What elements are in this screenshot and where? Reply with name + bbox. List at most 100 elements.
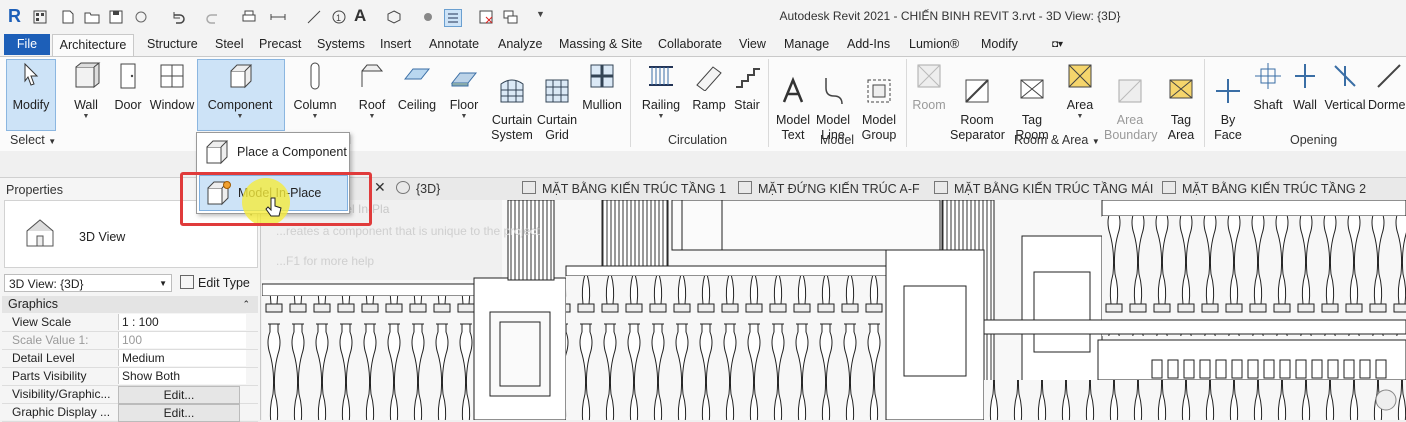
- tab-insert[interactable]: Insert: [378, 34, 413, 55]
- stair-button[interactable]: Stair: [732, 61, 762, 113]
- edit-type-button[interactable]: Edit Type: [180, 275, 250, 290]
- prop-value[interactable]: Show Both: [118, 368, 246, 384]
- menu-item-place-component[interactable]: Place a Component: [199, 135, 347, 169]
- vertical-button[interactable]: Vertical: [1324, 61, 1366, 113]
- prop-row-visibility-graphics[interactable]: Visibility/Graphic... Edit...: [2, 386, 258, 404]
- view-tab-elevation[interactable]: MẶT ĐỨNG KIẾN TRÚC A-F: [738, 181, 920, 196]
- ramp-button[interactable]: Ramp: [690, 61, 728, 113]
- prop-row-scale-value: Scale Value 1: 100: [2, 332, 258, 350]
- panel-select[interactable]: Select ▼: [10, 133, 56, 147]
- railing-button[interactable]: Railing ▼: [640, 61, 682, 121]
- door-button[interactable]: Door: [112, 61, 144, 113]
- model-group-button[interactable]: Model Group: [858, 61, 900, 143]
- dormer-button[interactable]: Dorme: [1368, 61, 1406, 113]
- recent-files-icon[interactable]: [32, 9, 48, 25]
- model-text-button[interactable]: Model Text: [774, 61, 812, 143]
- floor-plan-tab-icon: [522, 181, 536, 194]
- model-line-button[interactable]: Model Line: [814, 61, 852, 143]
- view-tab-floor1[interactable]: MẶT BẰNG KIẾN TRÚC TẦNG 1: [522, 181, 726, 196]
- railing-icon: [649, 66, 673, 86]
- tooltip-help: ...F1 for more help: [276, 254, 375, 268]
- text-icon[interactable]: A: [354, 6, 366, 26]
- modify-button[interactable]: Modify: [8, 61, 54, 113]
- dimension-icon[interactable]: [306, 9, 322, 25]
- close-icon[interactable]: ✕: [374, 179, 386, 196]
- floor-button[interactable]: Floor ▼: [446, 61, 482, 121]
- prop-value[interactable]: Medium: [118, 350, 246, 366]
- qat-customize-icon[interactable]: ▼: [536, 9, 545, 19]
- tab-lumion[interactable]: Lumion®: [907, 34, 961, 55]
- by-face-button[interactable]: By Face: [1210, 61, 1246, 143]
- tab-view[interactable]: View: [737, 34, 768, 55]
- graphics-group-header[interactable]: Graphics ⌃: [2, 296, 258, 313]
- prop-row-view-scale[interactable]: View Scale 1 : 100: [2, 314, 258, 332]
- prop-value[interactable]: 1 : 100: [118, 314, 246, 330]
- stair-icon: [736, 68, 760, 88]
- wall-button[interactable]: Wall ▼: [66, 61, 106, 121]
- tab-file[interactable]: File: [4, 34, 50, 55]
- print-icon[interactable]: [241, 9, 257, 25]
- curtain-system-button[interactable]: Curtain System: [490, 61, 534, 143]
- model-group-icon: [867, 79, 891, 103]
- room-separator-button[interactable]: Room Separator: [950, 61, 1005, 143]
- tab-massing-site[interactable]: Massing & Site: [557, 34, 644, 55]
- wall-opening-button[interactable]: Wall: [1290, 61, 1320, 113]
- prop-value: 100: [118, 332, 246, 348]
- roof-button[interactable]: Roof ▼: [354, 61, 390, 121]
- ceiling-button[interactable]: Ceiling: [396, 61, 438, 113]
- tab-annotate[interactable]: Annotate: [427, 34, 481, 55]
- panel-room-area[interactable]: Room & Area ▼: [1014, 133, 1100, 147]
- tag-area-label: Tag Area: [1167, 113, 1195, 142]
- open-folder-icon[interactable]: [84, 9, 100, 25]
- section-icon[interactable]: [420, 9, 436, 25]
- graphics-group-label: Graphics: [8, 297, 59, 311]
- tag-room-button[interactable]: Tag Room: [1012, 61, 1052, 143]
- prop-row-parts-visibility[interactable]: Parts Visibility Show Both: [2, 368, 258, 386]
- save-icon[interactable]: [108, 9, 124, 25]
- sync-icon[interactable]: [133, 9, 149, 25]
- room-button[interactable]: Room: [910, 61, 948, 113]
- prop-row-detail-level[interactable]: Detail Level Medium: [2, 350, 258, 368]
- tab-modify[interactable]: Modify: [979, 34, 1020, 55]
- model-line-icon: [825, 78, 843, 105]
- shaft-button[interactable]: Shaft: [1250, 61, 1286, 113]
- 3d-viewport[interactable]: Model In-Pla ...reates a component that …: [262, 200, 1406, 420]
- tab-add-ins[interactable]: Add-Ins: [845, 34, 892, 55]
- area-button[interactable]: Area ▼: [1062, 61, 1098, 121]
- redo-icon[interactable]: [205, 9, 221, 25]
- tab-collaborate[interactable]: Collaborate: [656, 34, 724, 55]
- thin-lines-icon[interactable]: [444, 9, 462, 27]
- undo-icon[interactable]: [170, 9, 186, 25]
- tab-precast[interactable]: Precast: [257, 34, 303, 55]
- new-file-icon[interactable]: [60, 9, 76, 25]
- tag-area-button[interactable]: Tag Area: [1162, 61, 1200, 143]
- model-text-label: Model Text: [775, 113, 811, 142]
- tab-structure[interactable]: Structure: [145, 34, 200, 55]
- view-tab-roof[interactable]: MẶT BẰNG KIẾN TRÚC TẦNG MÁI: [934, 181, 1153, 196]
- area-boundary-button[interactable]: Area Boundary: [1104, 61, 1158, 143]
- prop-row-graphic-display[interactable]: Graphic Display ... Edit...: [2, 404, 258, 422]
- close-hidden-icon[interactable]: [478, 9, 494, 25]
- edit-visibility-button[interactable]: Edit...: [118, 386, 240, 404]
- view-tab-floor2[interactable]: MẶT BẰNG KIẾN TRÚC TẦNG 2: [1162, 181, 1366, 196]
- component-button[interactable]: Component ▼: [199, 61, 281, 121]
- ribbon-minimize-icon[interactable]: ◘▾: [1050, 34, 1065, 55]
- tab-steel[interactable]: Steel: [213, 34, 246, 55]
- view-tab-3d[interactable]: {3D}: [396, 181, 440, 196]
- tab-architecture[interactable]: Architecture: [52, 34, 134, 56]
- window-button[interactable]: Window: [148, 61, 196, 113]
- switch-windows-icon[interactable]: [502, 9, 518, 25]
- curtain-grid-button[interactable]: Curtain Grid: [536, 61, 578, 143]
- by-face-label: By Face: [1214, 113, 1242, 142]
- edit-graphic-display-button[interactable]: Edit...: [118, 404, 240, 422]
- tab-analyze[interactable]: Analyze: [496, 34, 544, 55]
- 3d-view-icon[interactable]: [386, 9, 402, 25]
- tab-manage[interactable]: Manage: [782, 34, 831, 55]
- column-button[interactable]: Column ▼: [292, 61, 338, 121]
- mullion-button[interactable]: Mullion: [580, 61, 624, 113]
- measure-icon[interactable]: [270, 9, 286, 25]
- tag-icon[interactable]: 1: [331, 9, 347, 25]
- revit-logo-icon[interactable]: R: [8, 6, 22, 26]
- tab-systems[interactable]: Systems: [315, 34, 367, 55]
- instance-selector[interactable]: 3D View: {3D} ▼: [4, 274, 172, 292]
